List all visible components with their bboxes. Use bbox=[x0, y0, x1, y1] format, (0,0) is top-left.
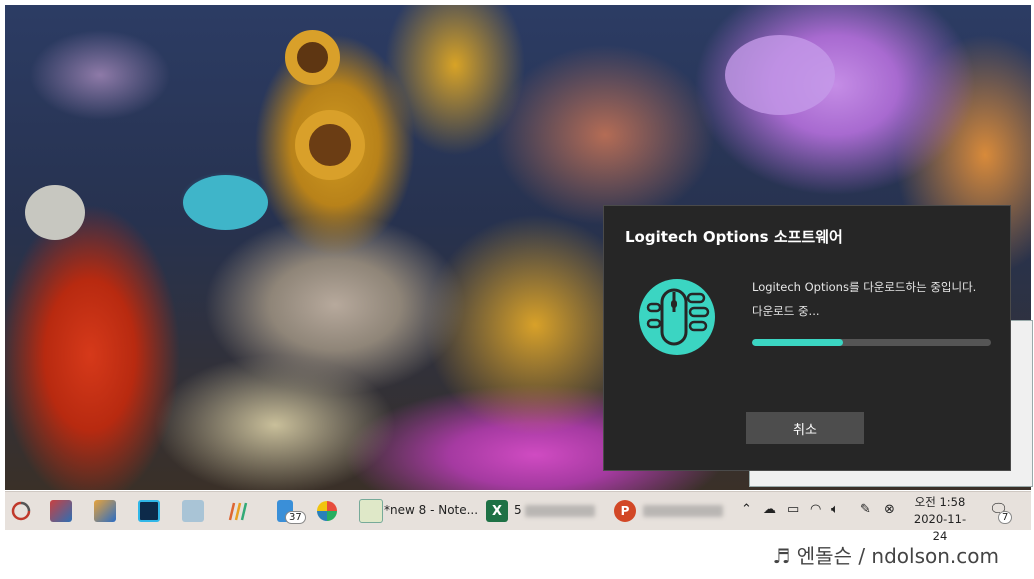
watermark: ♬ 엔돌슨 / ndolson.com bbox=[772, 544, 999, 568]
coral-purple bbox=[725, 35, 835, 115]
notification-count: 7 bbox=[998, 511, 1013, 524]
taskbar-item-phone[interactable]: 37 bbox=[271, 497, 306, 525]
stripes-icon bbox=[228, 502, 248, 521]
battery-icon[interactable]: ▭ bbox=[787, 502, 799, 517]
redacted-title bbox=[643, 505, 723, 517]
taskbar-item-app-1[interactable] bbox=[47, 497, 75, 525]
taskbar: 37 *new 8 - Note... X 5 P ⌃ ☁ ▭ ◠ 🔈︎ ✎ ⊗… bbox=[5, 491, 1031, 543]
app-icon bbox=[138, 500, 160, 522]
powerpoint-icon: P bbox=[614, 500, 636, 522]
phone-badge: 37 bbox=[285, 511, 306, 524]
taskbar-item-refresh[interactable] bbox=[7, 497, 35, 525]
taskbar-item-app-5[interactable] bbox=[223, 497, 251, 525]
taskbar-item-excel[interactable]: X bbox=[483, 497, 511, 525]
progress-fill bbox=[752, 339, 843, 346]
taskbar-item-app-2[interactable] bbox=[91, 497, 119, 525]
volume-icon[interactable]: 🔈︎ bbox=[831, 502, 839, 517]
sponge-opening-top bbox=[285, 30, 340, 85]
redacted-title bbox=[525, 505, 595, 517]
app-icon bbox=[182, 500, 204, 522]
fish-left bbox=[25, 185, 85, 240]
sponge-opening bbox=[295, 110, 365, 180]
notepad-icon bbox=[359, 499, 383, 523]
close-circle-icon[interactable]: ⊗ bbox=[884, 502, 895, 517]
taskbar-item-app-3[interactable] bbox=[135, 497, 163, 525]
app-icon bbox=[50, 500, 72, 522]
pen-icon[interactable]: ✎ bbox=[860, 502, 871, 517]
app-icon bbox=[94, 500, 116, 522]
notepad-window-title[interactable]: *new 8 - Note... bbox=[384, 503, 478, 517]
taskbar-item-app-4[interactable] bbox=[179, 497, 207, 525]
dialog-title: Logitech Options 소프트웨어 bbox=[625, 228, 843, 246]
progress-bar bbox=[752, 339, 991, 346]
clock-time: 오전 1:58 bbox=[914, 495, 966, 509]
refresh-icon bbox=[11, 501, 31, 521]
pinwheel-icon bbox=[317, 501, 337, 521]
taskbar-item-pinwheel[interactable] bbox=[313, 497, 341, 525]
excel-icon: X bbox=[486, 500, 508, 522]
download-message: Logitech Options를 다운로드하는 중입니다. bbox=[752, 280, 977, 294]
clock[interactable]: 오전 1:58 2020-11-24 bbox=[909, 494, 971, 545]
taskbar-item-powerpoint[interactable]: P bbox=[611, 497, 639, 525]
excel-window-title[interactable]: 5 bbox=[514, 503, 522, 517]
taskbar-item-notepad-plus-plus[interactable] bbox=[357, 497, 385, 525]
chevron-up-icon[interactable]: ⌃ bbox=[741, 502, 752, 517]
logitech-options-mouse-logo-icon bbox=[639, 279, 715, 355]
fish-center bbox=[183, 175, 268, 230]
logitech-options-dialog: Logitech Options 소프트웨어 Logitech Options를… bbox=[603, 205, 1011, 471]
wifi-icon[interactable]: ◠ bbox=[810, 502, 821, 517]
cloud-icon[interactable]: ☁ bbox=[763, 502, 776, 517]
download-status: 다운로드 중... bbox=[752, 304, 820, 318]
cancel-button[interactable]: 취소 bbox=[746, 412, 864, 444]
